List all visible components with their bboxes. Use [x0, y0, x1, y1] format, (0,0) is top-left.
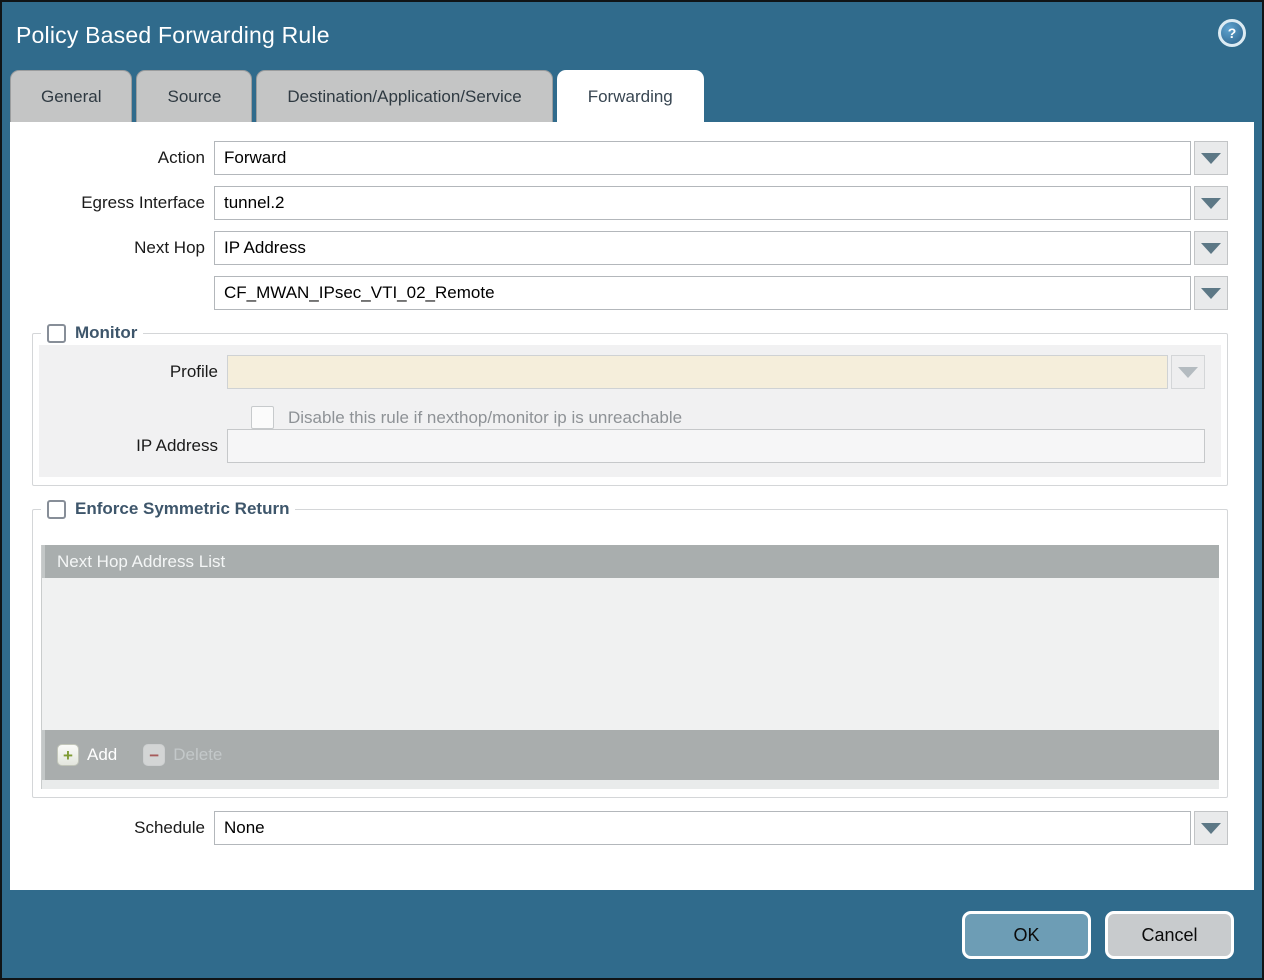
egress-interface-combo [214, 186, 1228, 220]
action-input[interactable] [214, 141, 1191, 175]
disable-rule-checkbox[interactable] [251, 406, 274, 429]
table-scroll-strip [42, 780, 1219, 789]
chevron-down-icon [1178, 367, 1198, 378]
monitor-checkbox[interactable] [47, 324, 66, 343]
chevron-down-icon [1201, 243, 1221, 254]
next-hop-label: Next Hop [10, 238, 214, 258]
action-row: Action [10, 141, 1228, 175]
dialog-footer: OK Cancel [2, 886, 1262, 978]
chevron-down-icon [1201, 153, 1221, 164]
pbf-rule-dialog: Policy Based Forwarding Rule ? General S… [0, 0, 1264, 980]
cancel-button[interactable]: Cancel [1105, 911, 1234, 959]
monitor-section: Monitor Profile Disable this rule if nex… [32, 323, 1228, 486]
egress-interface-input[interactable] [214, 186, 1191, 220]
dialog-title: Policy Based Forwarding Rule [16, 22, 330, 49]
chevron-down-icon [1201, 198, 1221, 209]
ok-button[interactable]: OK [962, 911, 1091, 959]
forwarding-tab-panel: Action Egress Interface Next Hop [10, 122, 1254, 890]
tab-source[interactable]: Source [136, 70, 252, 122]
tab-forwarding[interactable]: Forwarding [557, 70, 704, 122]
next-hop-input[interactable] [214, 231, 1191, 265]
next-hop-address-list-header: Next Hop Address List [42, 545, 1219, 578]
egress-interface-row: Egress Interface [10, 186, 1228, 220]
next-hop-address-table: Next Hop Address List + Add − Delete [41, 545, 1219, 789]
next-hop-dropdown-button[interactable] [1194, 231, 1228, 265]
schedule-row: Schedule [10, 811, 1228, 845]
delete-button-label: Delete [173, 745, 222, 765]
profile-label: Profile [39, 362, 227, 382]
profile-input [227, 355, 1168, 389]
action-label: Action [10, 148, 214, 168]
action-combo [214, 141, 1228, 175]
enforce-symmetric-return-title: Enforce Symmetric Return [75, 499, 289, 519]
title-bar: Policy Based Forwarding Rule ? [2, 2, 1262, 70]
monitor-panel: Profile Disable this rule if nexthop/mon… [39, 345, 1221, 477]
monitor-ip-label: IP Address [39, 436, 227, 456]
schedule-input[interactable] [214, 811, 1191, 845]
schedule-label: Schedule [10, 818, 214, 838]
egress-interface-dropdown-button[interactable] [1194, 186, 1228, 220]
next-hop-row: Next Hop [10, 231, 1228, 265]
profile-dropdown-button [1171, 355, 1205, 389]
next-hop-address-list-toolbar: + Add − Delete [42, 730, 1219, 780]
next-hop-address-input[interactable] [214, 276, 1191, 310]
tab-bar: General Source Destination/Application/S… [10, 70, 704, 122]
egress-interface-label: Egress Interface [10, 193, 214, 213]
enforce-symmetric-return-section: Enforce Symmetric Return Next Hop Addres… [32, 499, 1228, 798]
monitor-ip-row: IP Address [39, 429, 1205, 463]
next-hop-address-combo [214, 276, 1228, 310]
add-button[interactable]: + Add [57, 744, 117, 766]
schedule-dropdown-button[interactable] [1194, 811, 1228, 845]
plus-icon: + [57, 744, 79, 766]
monitor-legend: Monitor [41, 323, 143, 343]
enforce-symmetric-return-checkbox[interactable] [47, 500, 66, 519]
enforce-symmetric-return-legend: Enforce Symmetric Return [41, 499, 295, 519]
chevron-down-icon [1201, 288, 1221, 299]
next-hop-address-row [10, 276, 1228, 310]
profile-combo [227, 355, 1205, 389]
next-hop-address-dropdown-button[interactable] [1194, 276, 1228, 310]
schedule-combo [214, 811, 1228, 845]
next-hop-combo [214, 231, 1228, 265]
next-hop-address-list-body[interactable] [42, 578, 1219, 730]
monitor-title: Monitor [75, 323, 137, 343]
add-button-label: Add [87, 745, 117, 765]
tab-destination-application-service[interactable]: Destination/Application/Service [256, 70, 552, 122]
help-icon[interactable]: ? [1218, 19, 1246, 47]
tab-general[interactable]: General [10, 70, 132, 122]
disable-rule-row: Disable this rule if nexthop/monitor ip … [251, 406, 1213, 429]
profile-row: Profile [39, 355, 1205, 389]
monitor-ip-combo [227, 429, 1205, 463]
action-dropdown-button[interactable] [1194, 141, 1228, 175]
delete-button[interactable]: − Delete [143, 744, 222, 766]
minus-icon: − [143, 744, 165, 766]
monitor-ip-input [227, 429, 1205, 463]
chevron-down-icon [1201, 823, 1221, 834]
disable-rule-label: Disable this rule if nexthop/monitor ip … [288, 408, 682, 428]
